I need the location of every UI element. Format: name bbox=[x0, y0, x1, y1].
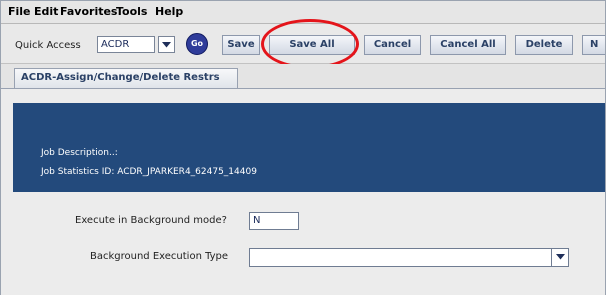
background-mode-label: Execute in Background mode? bbox=[75, 215, 227, 226]
menu-edit[interactable]: Edit bbox=[34, 5, 58, 18]
cancel-button[interactable]: Cancel bbox=[364, 35, 421, 55]
quick-access-label: Quick Access bbox=[15, 40, 81, 51]
delete-button[interactable]: Delete bbox=[515, 35, 573, 55]
quick-access-dropdown-button[interactable] bbox=[158, 36, 175, 53]
tab-acdr-assign[interactable]: ACDR-Assign/Change/Delete Restrs bbox=[14, 68, 238, 88]
cancel-all-button[interactable]: Cancel All bbox=[430, 35, 506, 55]
menu-file[interactable]: File bbox=[8, 5, 31, 18]
application-window: File Edit Favorites Tools Help Quick Acc… bbox=[0, 0, 606, 295]
quick-access-input[interactable]: ACDR bbox=[97, 36, 155, 53]
chevron-down-icon bbox=[556, 254, 565, 260]
main-panel: Job Description..: Job Statistics ID: AC… bbox=[1, 88, 605, 295]
execution-type-label: Background Execution Type bbox=[90, 251, 229, 262]
menu-help[interactable]: Help bbox=[155, 5, 183, 18]
go-button[interactable]: Go bbox=[186, 33, 208, 55]
execution-type-select[interactable] bbox=[249, 248, 569, 267]
menu-tools[interactable]: Tools bbox=[116, 5, 147, 18]
menu-favorites[interactable]: Favorites bbox=[60, 5, 117, 18]
chevron-down-icon bbox=[162, 42, 171, 48]
save-button[interactable]: Save bbox=[222, 35, 260, 55]
background-mode-input[interactable]: N bbox=[249, 212, 299, 230]
next-button-partial[interactable]: N bbox=[582, 35, 605, 55]
tab-strip: ACDR-Assign/Change/Delete Restrs bbox=[1, 64, 605, 88]
job-description-label: Job Description..: bbox=[41, 148, 118, 158]
job-statistics-label: Job Statistics ID: ACDR_JPARKER4_62475_1… bbox=[41, 167, 257, 177]
job-info-band: Job Description..: Job Statistics ID: AC… bbox=[13, 103, 605, 192]
execution-type-dropdown-button[interactable] bbox=[551, 248, 569, 267]
highlight-circle-annotation bbox=[261, 19, 359, 69]
